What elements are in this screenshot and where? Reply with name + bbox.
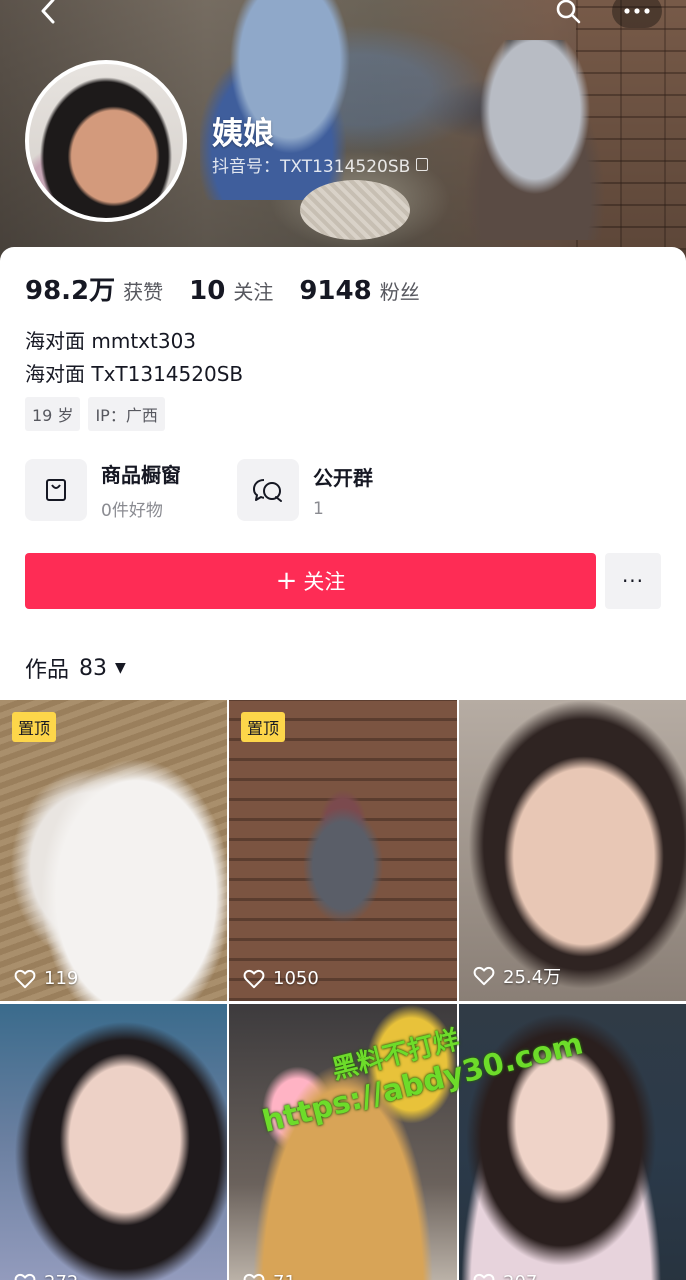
douyin-id: 抖音号：TXT1314520SB: [212, 157, 411, 177]
like-count-value: 71: [273, 1272, 296, 1280]
like-count-value: 272: [44, 1272, 78, 1280]
stat-label: 获赞: [123, 280, 164, 304]
heart-icon: [243, 1273, 265, 1280]
more-actions-button[interactable]: ···: [605, 553, 661, 609]
stats-row: 98.2万 获赞 10 关注 9148 粉丝: [25, 270, 446, 307]
stat-followers[interactable]: 9148 粉丝: [299, 276, 419, 306]
video-tile[interactable]: 272: [0, 1004, 227, 1280]
bio-line: 海对面 TxT1314520SB: [25, 362, 244, 386]
heart-icon: [473, 1273, 495, 1280]
like-count: 71: [243, 1272, 296, 1280]
stat-value: 10: [189, 276, 226, 306]
feature-subtitle: 1: [313, 498, 324, 519]
stat-following[interactable]: 10 关注: [189, 276, 273, 306]
stat-likes[interactable]: 98.2万 获赞: [25, 270, 163, 307]
copy-icon[interactable]: [416, 158, 429, 171]
public-group-entry[interactable]: 公开群 1: [237, 459, 373, 521]
profile-tags: 19 岁 IP：广西: [25, 397, 165, 431]
profile-info-card: 98.2万 获赞 10 关注 9148 粉丝 海对面 mmtxt303 海对面 …: [0, 247, 686, 697]
like-count: 25.4万: [473, 963, 561, 989]
age-tag: 19 岁: [25, 397, 81, 431]
stat-label: 粉丝: [379, 280, 420, 304]
search-button[interactable]: [546, 0, 590, 28]
ip-location-tag: IP：广西: [88, 397, 165, 431]
works-label: 作品: [25, 658, 70, 683]
douyin-id-row[interactable]: 抖音号：TXT1314520SB: [212, 152, 429, 177]
like-count-value: 25.4万: [503, 967, 562, 988]
pinned-badge: 置顶: [12, 712, 57, 742]
video-grid: 置顶 119 置顶 1050 25.4万 272 71 207: [0, 700, 686, 1280]
bio: 海对面 mmtxt303 海对面 TxT1314520SB: [25, 325, 243, 391]
profile-name: 姨娘: [212, 116, 274, 152]
chevron-left-icon: [41, 0, 55, 24]
heart-icon: [14, 969, 36, 988]
like-count-value: 1050: [273, 968, 319, 989]
like-count-value: 207: [503, 1272, 537, 1280]
video-tile[interactable]: 25.4万: [459, 700, 686, 1001]
follow-button[interactable]: + 关注: [25, 553, 596, 609]
video-tile[interactable]: 置顶 1050: [229, 700, 457, 1001]
feature-title: 公开群: [313, 465, 373, 490]
feature-subtitle: 0件好物: [101, 501, 163, 521]
works-tab[interactable]: 作品 83 ▼: [25, 652, 126, 684]
plus-icon: +: [275, 566, 298, 596]
heart-icon: [473, 966, 495, 986]
caret-down-icon: ▼: [115, 660, 126, 676]
video-tile[interactable]: 置顶 119: [0, 700, 227, 1001]
back-button[interactable]: [26, 0, 70, 28]
more-options-button[interactable]: [612, 0, 662, 28]
search-icon: [556, 0, 581, 24]
avatar[interactable]: [25, 60, 187, 222]
like-count: 1050: [243, 968, 319, 989]
like-count: 207: [473, 1272, 537, 1280]
like-count-value: 119: [44, 968, 79, 989]
bio-line: 海对面 mmtxt303: [25, 329, 197, 353]
like-count: 119: [14, 968, 78, 989]
follow-label: 关注: [303, 570, 346, 594]
shopping-bag-icon: [25, 459, 87, 521]
stat-value: 9148: [299, 276, 372, 306]
heart-icon: [14, 1273, 36, 1280]
more-dots-icon: [624, 8, 650, 14]
chat-group-icon: [237, 459, 299, 521]
shop-window-entry[interactable]: 商品橱窗 0件好物: [25, 459, 181, 521]
heart-icon: [243, 969, 265, 988]
stat-value: 98.2万: [25, 276, 116, 306]
stat-label: 关注: [233, 280, 274, 304]
feature-title: 商品橱窗: [101, 463, 181, 487]
works-count: 83: [79, 655, 108, 681]
pinned-badge: 置顶: [241, 712, 286, 742]
like-count: 272: [14, 1272, 78, 1280]
